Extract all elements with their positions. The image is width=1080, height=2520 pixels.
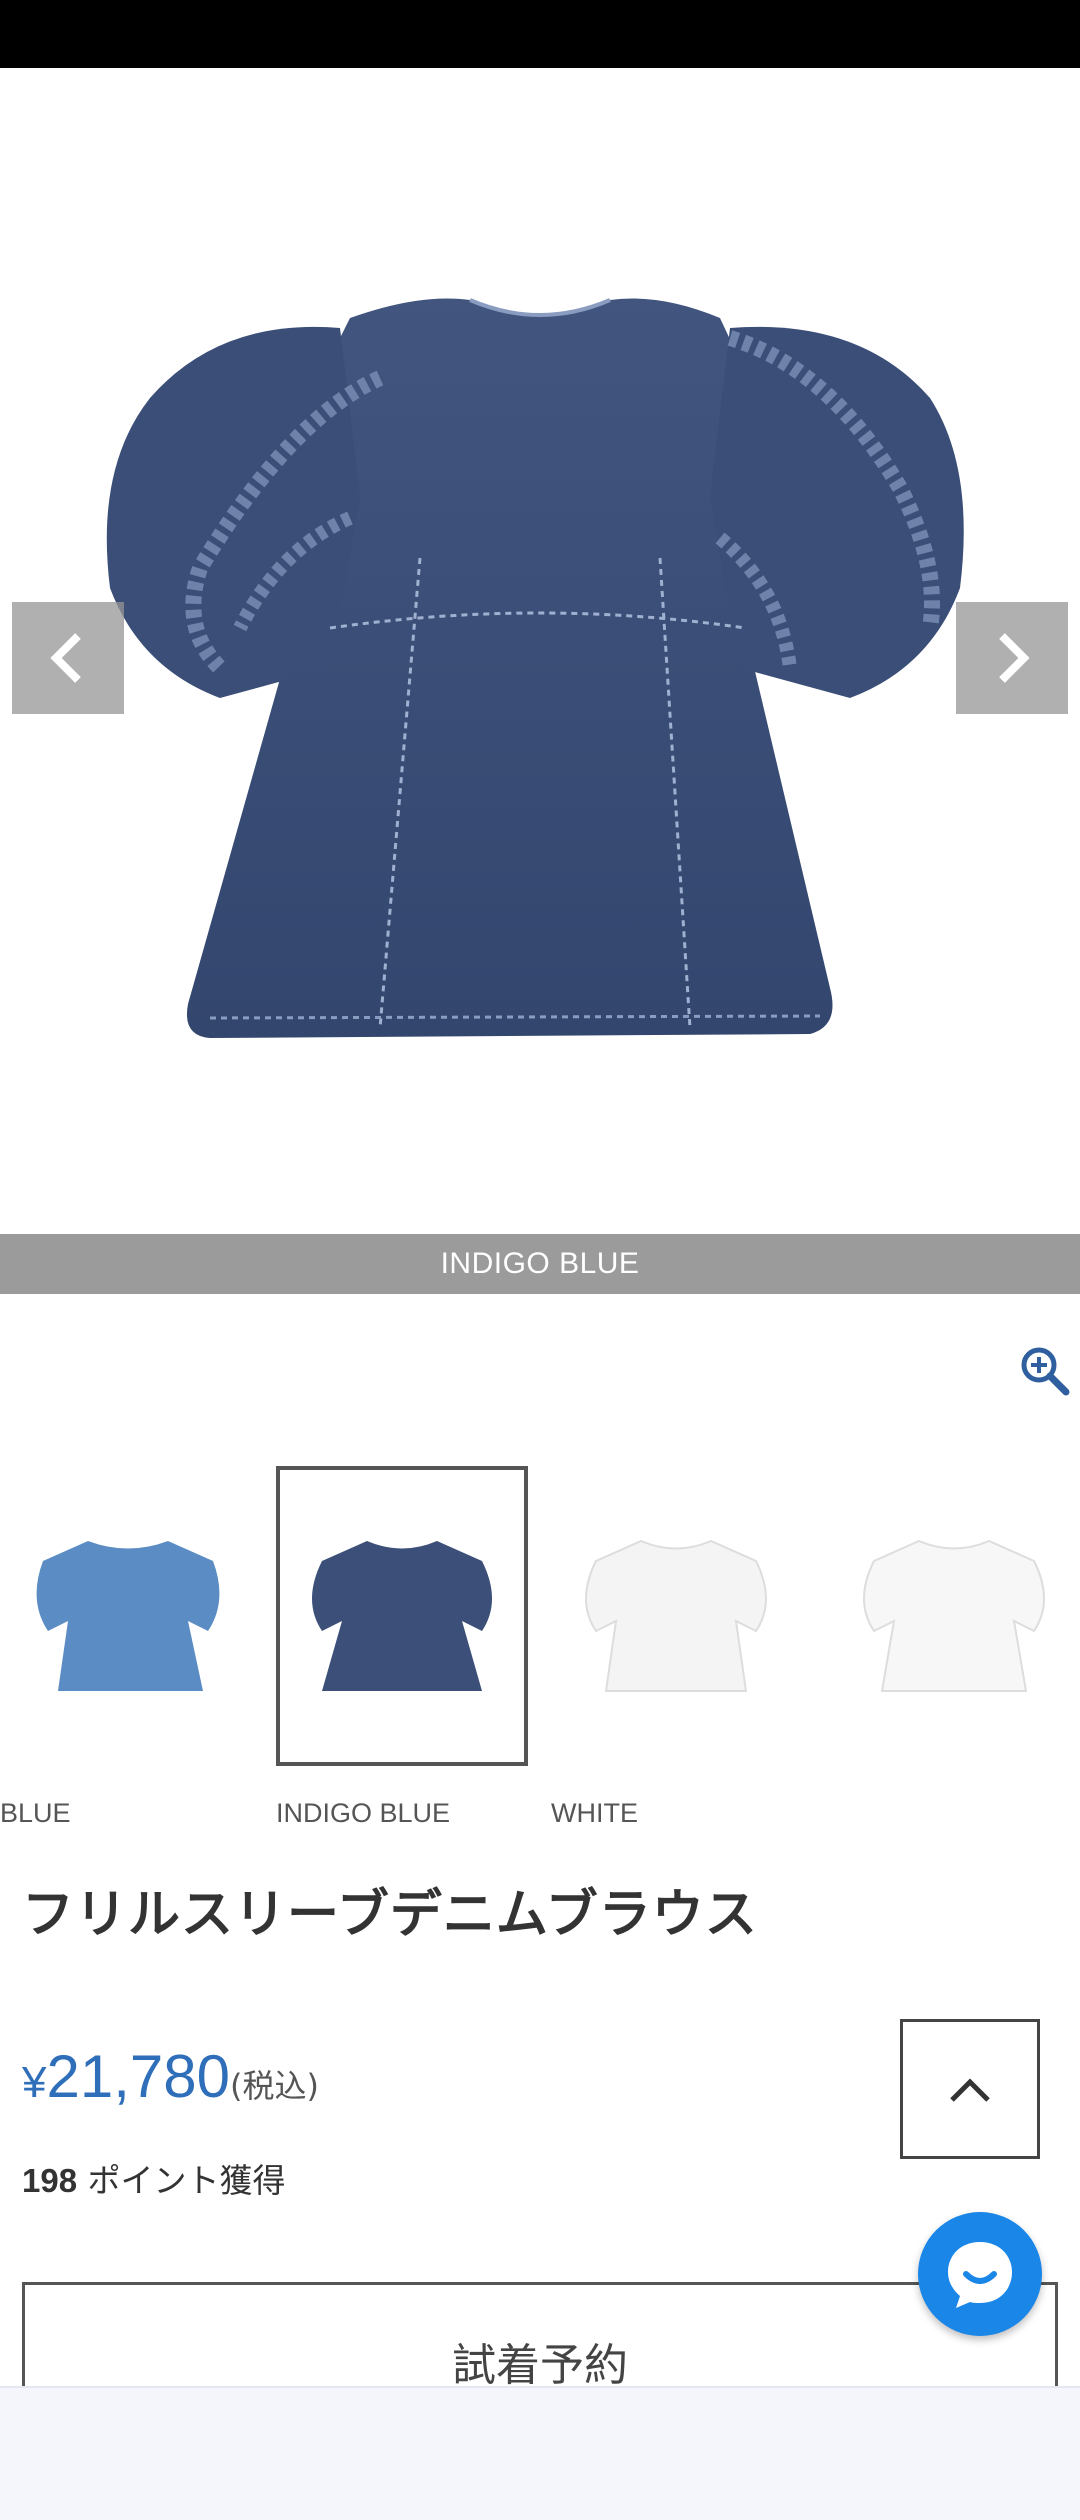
thumbnail-label: BLUE [0,1798,71,1828]
scroll-to-top-button[interactable] [900,2019,1040,2159]
blue-blouse-thumbnail [36,1541,220,1691]
bottom-navigation-bar [0,2386,1080,2520]
thumbnail-blue[interactable] [2,1466,254,1766]
selected-color-caption: INDIGO BLUE [0,1234,1080,1294]
zoom-button[interactable] [1018,1344,1072,1398]
points-earned: 198 ポイント獲得 [22,2154,286,2202]
white-blouse-thumbnail [585,1539,767,1692]
currency-symbol: ¥ [22,2058,47,2107]
previous-image-button[interactable] [12,602,124,714]
tax-note: (税込) [230,2067,319,2105]
thumbnail-label: WHITE [551,1798,638,1828]
blouse-image [106,298,964,1038]
price-value: 21,780 [46,2043,230,2110]
product-title: フリルスリーブデニムブラウス [22,1885,758,1945]
white-blouse-thumbnail-alt [863,1539,1045,1692]
next-image-button[interactable] [956,602,1068,714]
chevron-up-icon [950,2078,990,2102]
status-bar [0,0,1080,68]
points-label: ポイント獲得 [77,2161,286,2200]
thumbnail-white-alt[interactable] [828,1466,1080,1766]
thumbnail-white[interactable] [550,1466,802,1766]
indigo-blouse-thumbnail [312,1541,492,1691]
zoom-in-icon [1021,1347,1070,1396]
points-value: 198 [22,2162,78,2199]
thumbnail-label: INDIGO BLUE [276,1798,451,1828]
product-price: ¥21,780(税込) [22,2042,319,2111]
chevron-right-icon [999,633,1030,683]
thumbnail-indigo-blue[interactable] [276,1466,528,1766]
product-main-image[interactable] [0,68,1080,1233]
chat-button[interactable] [918,2212,1042,2336]
chevron-left-icon [50,633,81,683]
chat-bubble-icon [948,2242,1012,2308]
